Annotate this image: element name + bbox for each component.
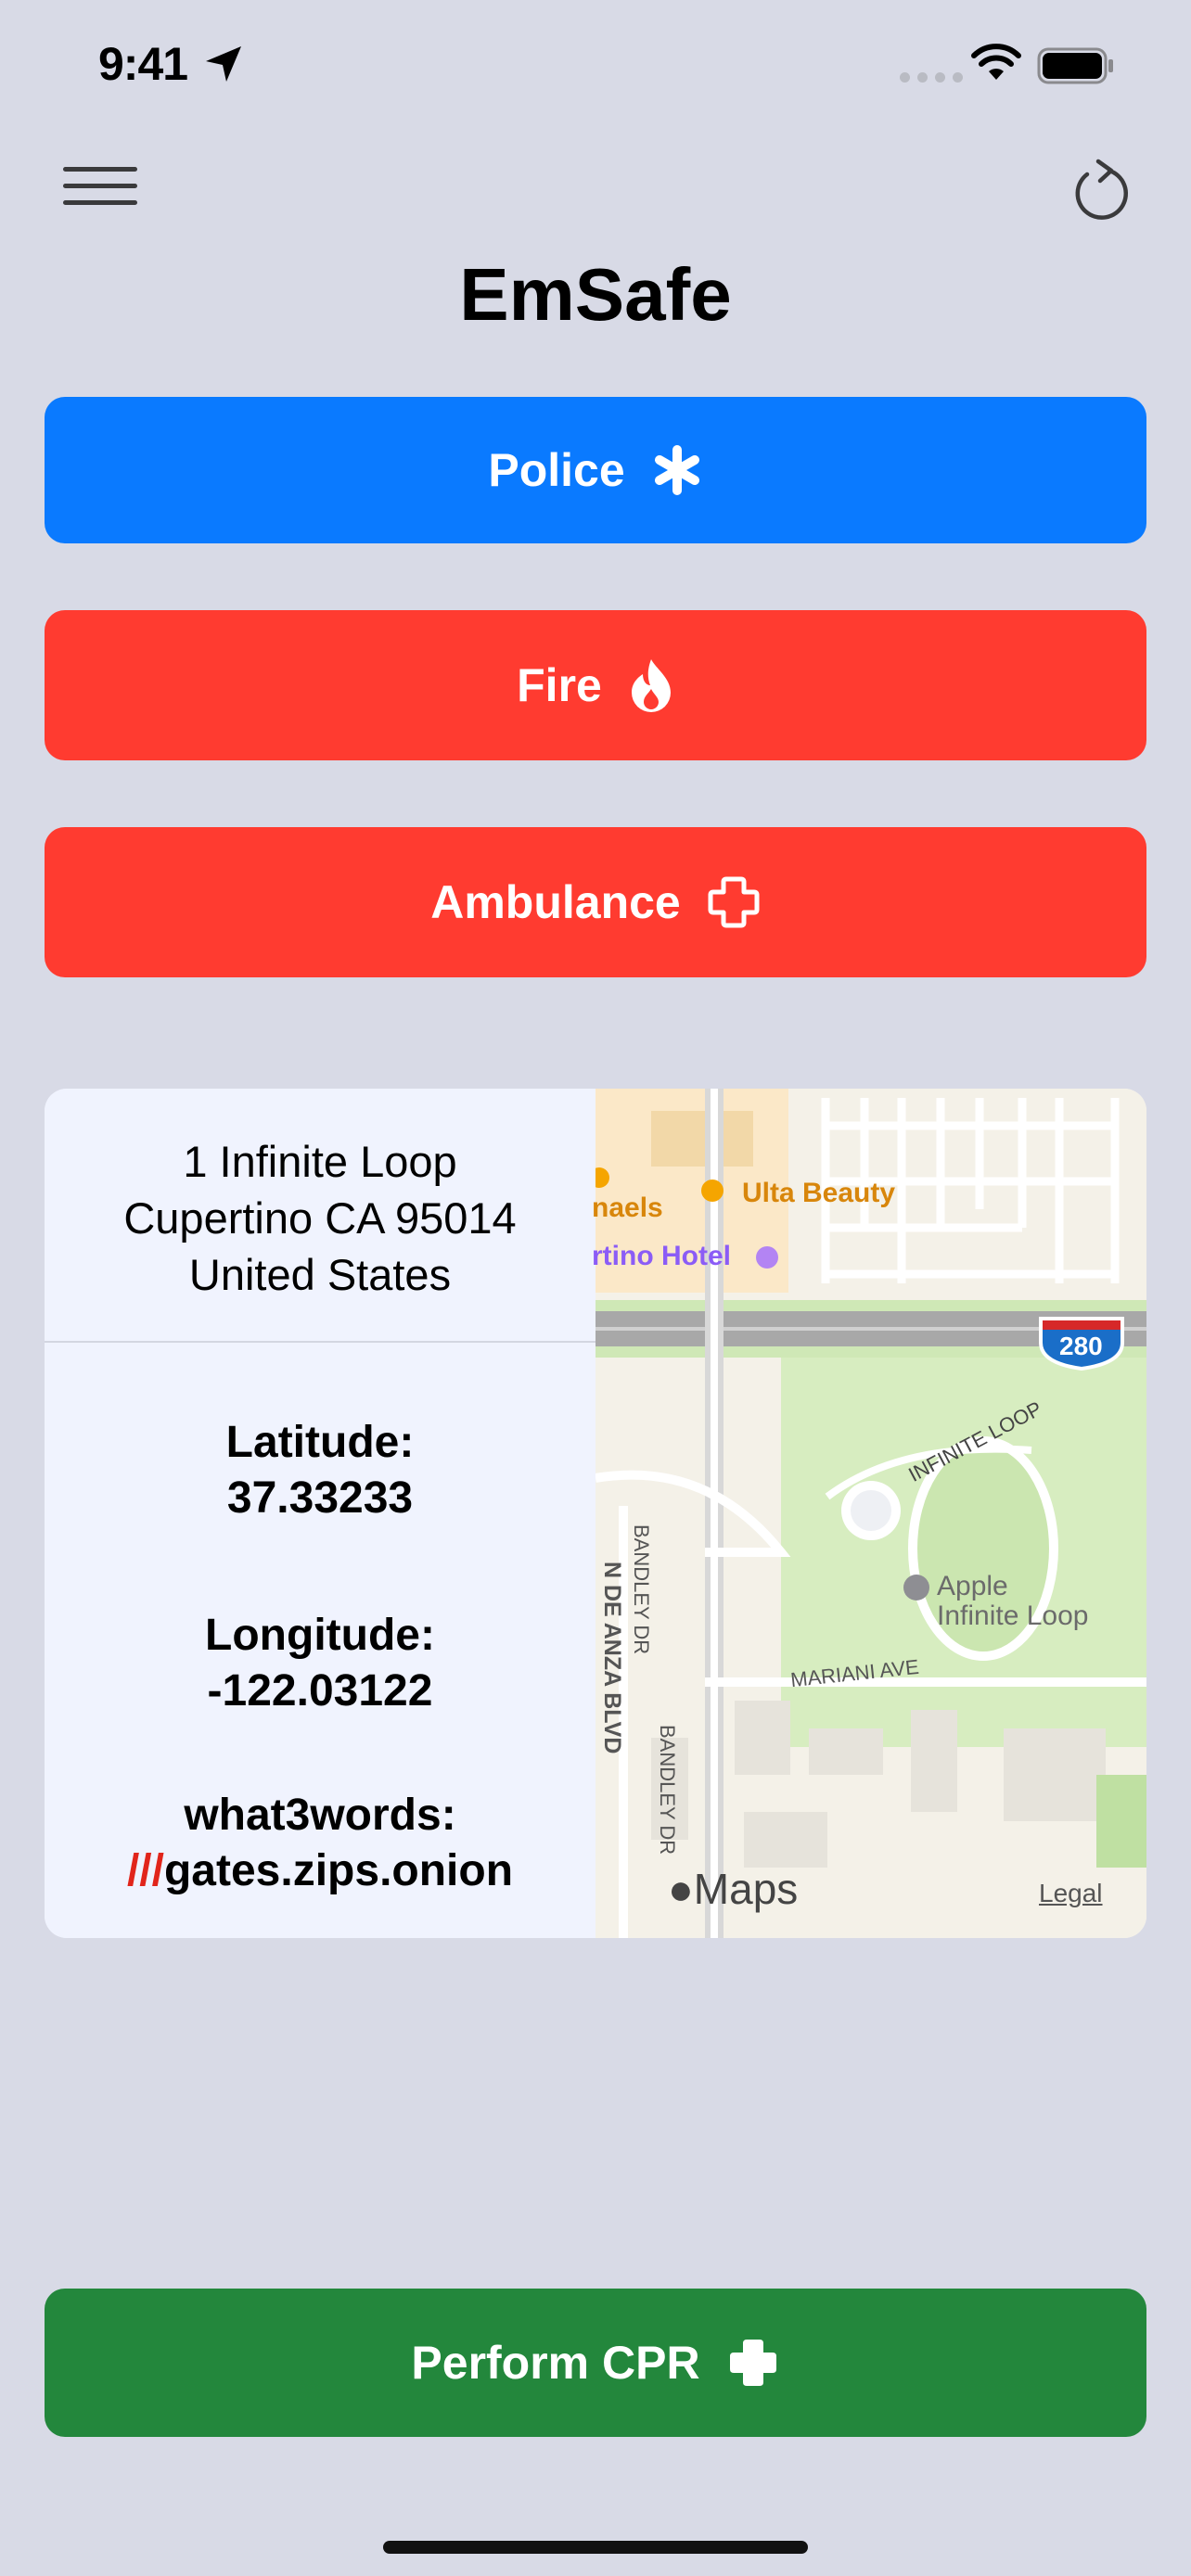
perform-cpr-label: Perform CPR [411,2337,700,2389]
longitude-value: -122.03122 [207,1666,433,1715]
ambulance-button[interactable]: Ambulance [45,827,1146,977]
divider [45,1341,596,1343]
ambulance-button-label: Ambulance [430,876,681,928]
fire-button-label: Fire [517,659,602,711]
location-info-panel: 1 Infinite Loop Cupertino CA 95014 Unite… [45,1089,596,1938]
what3words-label: what3words: [184,1791,456,1840]
map-label-de-anza: N DE ANZA BLVD [599,1562,625,1754]
flame-icon [631,659,671,712]
maps-attribution: ●Maps [668,1864,798,1914]
menu-button[interactable] [63,167,137,213]
latitude-block: Latitude: 37.33233 [45,1415,596,1526]
refresh-button[interactable] [1067,158,1137,228]
hamburger-icon [63,167,137,172]
longitude-block: Longitude: -122.03122 [45,1608,596,1719]
address: 1 Infinite Loop Cupertino CA 95014 Unite… [45,1133,596,1303]
cellular-signal-icon [900,72,963,83]
battery-icon [1037,47,1113,84]
police-button[interactable]: Police [45,397,1146,543]
home-indicator[interactable] [383,2541,808,2554]
latitude-value: 37.33233 [226,1473,414,1523]
what3words-slashes: /// [126,1846,164,1895]
longitude-label: Longitude: [205,1611,435,1660]
maps-attribution-text: Maps [693,1865,799,1913]
map-label-apple-2: Infinite Loop [937,1600,1089,1631]
legal-link[interactable]: Legal [1039,1879,1103,1908]
address-line-1: 1 Infinite Loop [183,1137,457,1186]
address-line-2: Cupertino CA 95014 [123,1193,517,1243]
cross-outline-icon [708,876,760,928]
police-button-label: Police [488,444,625,496]
app-title: EmSafe [459,253,732,336]
location-arrow-icon [206,46,241,82]
apple-logo-icon: ● [668,1865,694,1913]
map-label-apple-1: Apple [937,1571,1008,1601]
perform-cpr-button[interactable]: Perform CPR [45,2289,1146,2437]
map-label-naels: naels [592,1192,663,1223]
location-card: 1 Infinite Loop Cupertino CA 95014 Unite… [45,1089,1146,1938]
map-label-bandley-2: BANDLEY DR [656,1725,679,1855]
fire-button[interactable]: Fire [45,610,1146,760]
status-time: 9:41 [98,38,188,90]
address-line-3: United States [188,1250,452,1299]
refresh-icon [1075,159,1129,220]
map-label-bandley-1: BANDLEY DR [630,1524,653,1655]
map-label-highway: 280 [1059,1332,1103,1360]
what3words-value: gates.zips.onion [163,1846,514,1895]
map-label-ulta: Ulta Beauty [742,1178,896,1208]
asterisk-icon [654,445,699,495]
map-label-hotel: rtino Hotel [592,1241,731,1271]
what3words-block: what3words: ///gates.zips.onion [45,1788,596,1899]
map-view[interactable]: Ulta Beauty naels rtino Hotel 280 N DE A… [592,1089,1146,1938]
cross-filled-icon [729,2340,776,2386]
latitude-label: Latitude: [225,1418,415,1467]
wifi-icon [971,44,1021,80]
